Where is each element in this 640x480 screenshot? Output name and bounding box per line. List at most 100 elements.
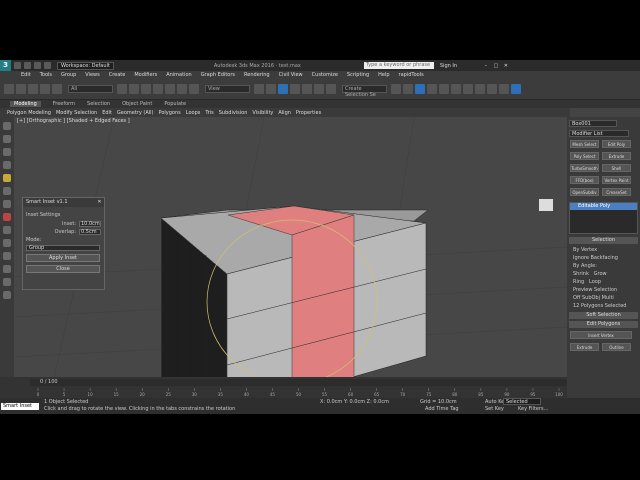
ribbon-polygons[interactable]: Polygons [159, 110, 181, 116]
key-mode-dropdown[interactable]: Selected [503, 398, 541, 405]
help-search-input[interactable]: Type a keyword or phrase [363, 62, 434, 69]
align-icon[interactable] [403, 84, 413, 94]
multi-radio[interactable]: Multi [602, 295, 614, 301]
mod-btn-7[interactable]: Vertex Paint [602, 176, 631, 184]
modifier-list-dropdown[interactable]: Modifier List [569, 130, 629, 137]
by-angle-checkbox[interactable]: By Angle: [567, 262, 640, 270]
overlap-spinner[interactable]: 0.5cm [79, 228, 101, 235]
workspace-dropdown[interactable]: Workspace: Default [57, 61, 114, 70]
a360-icon[interactable] [511, 84, 521, 94]
loop-button[interactable]: Loop [589, 279, 601, 285]
sign-in-button[interactable]: Sign In [440, 63, 480, 69]
menu-scripting[interactable]: Scripting [347, 72, 369, 78]
app-logo[interactable]: 3 [0, 60, 11, 71]
menu-group[interactable]: Group [61, 72, 76, 78]
paint-icon[interactable] [3, 135, 11, 143]
subobj-radio[interactable]: SubObj [582, 295, 600, 301]
bind-icon[interactable] [52, 84, 62, 94]
tab-freeform[interactable]: Freeform [53, 101, 75, 107]
close-icon[interactable]: ✕ [95, 198, 104, 207]
mod-btn-5[interactable]: Shell [602, 164, 631, 172]
set-key-button[interactable]: Set Key [485, 406, 504, 412]
menu-create[interactable]: Create [109, 72, 126, 78]
menu-help[interactable]: Help [378, 72, 389, 78]
inset-spinner[interactable]: 10.0cm [79, 220, 101, 227]
select-by-name-icon[interactable] [129, 84, 139, 94]
mod-btn-1[interactable]: Edit Poly [602, 140, 631, 148]
mod-btn-2[interactable]: Poly Select [570, 152, 599, 160]
tab-object-paint[interactable]: Object Paint [122, 101, 152, 107]
selection-filter-dropdown[interactable]: All [68, 85, 113, 93]
mirror-icon[interactable] [391, 84, 401, 94]
soft-selection-rollout[interactable]: Soft Selection [569, 312, 638, 319]
menu-views[interactable]: Views [85, 72, 99, 78]
menu-rapidtools[interactable]: rapidTools [399, 72, 424, 78]
coordinate-display[interactable]: X: 0.0cm Y: 0.0cm Z: 0.0cm [320, 399, 389, 405]
orbit-icon[interactable] [3, 252, 11, 260]
ribbon-visibility[interactable]: Visibility [252, 110, 273, 116]
maxscript-listener[interactable]: Smart Inset [1, 403, 39, 410]
mod-btn-9[interactable]: CreaseSet [602, 188, 631, 196]
add-time-tag-button[interactable]: Add Time Tag [425, 406, 459, 412]
by-vertex-checkbox[interactable]: By Vertex [567, 246, 640, 254]
select-icon[interactable] [117, 84, 127, 94]
viewcube[interactable] [539, 199, 553, 211]
render-frame-icon[interactable] [487, 84, 497, 94]
move-icon[interactable] [165, 84, 175, 94]
select-object-icon[interactable] [3, 122, 11, 130]
mod-btn-0[interactable]: Mesh Select [570, 140, 599, 148]
manipulate-icon[interactable] [266, 84, 276, 94]
save-icon[interactable] [44, 62, 51, 69]
edit-polygons-rollout[interactable]: Edit Polygons [569, 321, 638, 328]
menu-edit[interactable]: Edit [21, 72, 31, 78]
apply-inset-button[interactable]: Apply Inset [26, 254, 100, 262]
spinner-snap-icon[interactable] [314, 84, 324, 94]
ribbon-properties[interactable]: Properties [296, 110, 321, 116]
viewport-label[interactable]: [+] [Orthographic ] [Shaded + Edged Face… [17, 118, 130, 124]
menu-animation[interactable]: Animation [166, 72, 192, 78]
rotate-icon[interactable] [177, 84, 187, 94]
ribbon-polygon-modeling[interactable]: Polygon Modeling [7, 110, 51, 116]
layer-icon[interactable] [3, 161, 11, 169]
ignore-backfacing-checkbox[interactable]: Ignore Backfacing [567, 254, 640, 262]
tab-modeling[interactable]: Modeling [10, 101, 41, 107]
spacewarp-icon[interactable] [3, 213, 11, 221]
zoom-icon[interactable] [3, 278, 11, 286]
render-icon[interactable] [499, 84, 509, 94]
stack-item-editable-poly[interactable]: Editable Poly [570, 203, 637, 210]
redo-icon[interactable] [16, 84, 26, 94]
close-button[interactable]: Close [26, 265, 100, 273]
render-setup-icon[interactable] [475, 84, 485, 94]
material-editor-icon[interactable] [463, 84, 473, 94]
menu-rendering[interactable]: Rendering [244, 72, 270, 78]
mod-btn-3[interactable]: Extrude [602, 152, 631, 160]
object-name-field[interactable]: Box001 [569, 120, 617, 127]
close-icon[interactable]: ✕ [502, 63, 510, 69]
undo-icon[interactable] [4, 84, 14, 94]
settings-icon[interactable] [3, 239, 11, 247]
dialog-titlebar[interactable]: Smart Inset v1.1 ✕ [23, 198, 104, 207]
ribbon-edit[interactable]: Edit [102, 110, 112, 116]
angle-snap-icon[interactable] [290, 84, 300, 94]
schematic-icon[interactable] [451, 84, 461, 94]
edit-named-sel-icon[interactable] [326, 84, 336, 94]
scene-explorer-icon[interactable] [3, 148, 11, 156]
pivot-icon[interactable] [254, 84, 264, 94]
layer-manager-icon[interactable] [415, 84, 425, 94]
window-crossing-icon[interactable] [153, 84, 163, 94]
outline-button[interactable]: Outline [602, 343, 631, 351]
minimize-icon[interactable]: – [482, 63, 490, 69]
ribbon-geometry[interactable]: Geometry (All) [117, 110, 154, 116]
ribbon-modify-selection[interactable]: Modify Selection [56, 110, 97, 116]
tab-populate[interactable]: Populate [164, 101, 186, 107]
menu-modifiers[interactable]: Modifiers [134, 72, 157, 78]
ring-button[interactable]: Ring [573, 279, 584, 285]
timeline-ticks[interactable]: 0 5 10 15 20 25 30 35 40 45 50 55 60 65 70 75 80 85 90 95 10… [30, 388, 567, 397]
unlink-icon[interactable] [40, 84, 50, 94]
named-selection-dropdown[interactable]: Create Selection Se [342, 85, 387, 98]
mod-btn-4[interactable]: TurboSmooth [570, 164, 599, 172]
grow-button[interactable]: Grow [594, 271, 607, 277]
time-slider[interactable]: 0 / 100 [30, 379, 567, 386]
light-icon[interactable] [3, 174, 11, 182]
extrude-button[interactable]: Extrude [570, 343, 599, 351]
